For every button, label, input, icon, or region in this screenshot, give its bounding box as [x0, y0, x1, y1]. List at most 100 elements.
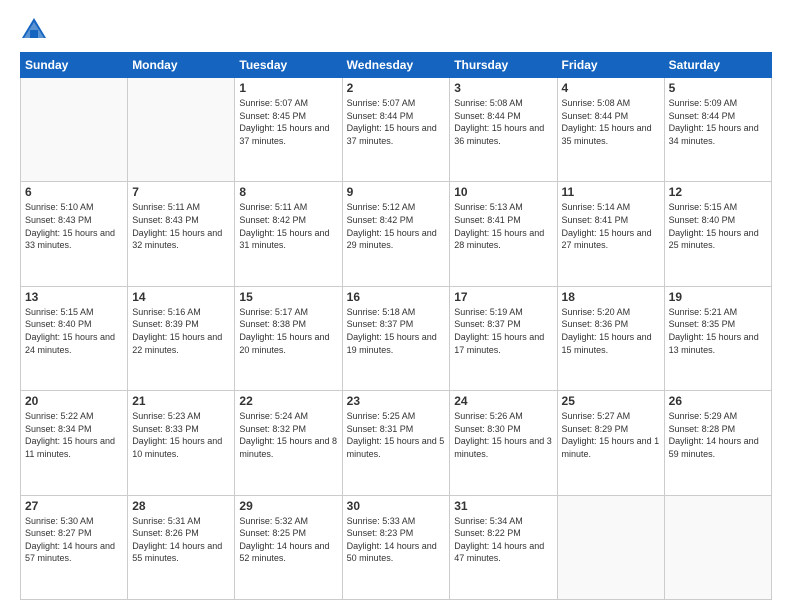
- day-info: Sunrise: 5:14 AM Sunset: 8:41 PM Dayligh…: [562, 201, 660, 251]
- day-info: Sunrise: 5:08 AM Sunset: 8:44 PM Dayligh…: [454, 97, 552, 147]
- day-cell: 19Sunrise: 5:21 AM Sunset: 8:35 PM Dayli…: [664, 286, 771, 390]
- day-cell: 24 Sunrise: 5:26 AM Sunset: 8:30 PM Dayli…: [450, 391, 557, 495]
- col-header-monday: Monday: [128, 53, 235, 78]
- day-cell: 11 Sunrise: 5:14 AM Sunset: 8:41 PM Dayli…: [557, 182, 664, 286]
- calendar: SundayMondayTuesdayWednesdayThursdayFrid…: [20, 52, 772, 600]
- day-info: Sunrise: 5:26 AM Sunset: 8:30 PM Dayligh…: [454, 410, 552, 460]
- day-info: Sunrise: 5:23 AM Sunset: 8:33 PM Dayligh…: [132, 410, 230, 460]
- day-cell: 30 Sunrise: 5:33 AM Sunset: 8:23 PM Dayli…: [342, 495, 450, 599]
- logo-icon: [20, 16, 48, 44]
- week-row-4: 20 Sunrise: 5:22 AM Sunset: 8:34 PM Dayli…: [21, 391, 772, 495]
- day-number: 8: [239, 185, 337, 199]
- day-number: 21: [132, 394, 230, 408]
- day-cell: 12 Sunrise: 5:15 AM Sunset: 8:40 PM Dayli…: [664, 182, 771, 286]
- day-number: 12: [669, 185, 767, 199]
- day-cell: 15Sunrise: 5:17 AM Sunset: 8:38 PM Dayli…: [235, 286, 342, 390]
- week-row-1: 1 Sunrise: 5:07 AM Sunset: 8:45 PM Daylig…: [21, 78, 772, 182]
- day-number: 15: [239, 290, 337, 304]
- day-cell: 27 Sunrise: 5:30 AM Sunset: 8:27 PM Dayli…: [21, 495, 128, 599]
- day-cell: 25 Sunrise: 5:27 AM Sunset: 8:29 PM Dayli…: [557, 391, 664, 495]
- day-cell: [664, 495, 771, 599]
- day-number: 29: [239, 499, 337, 513]
- day-number: 24: [454, 394, 552, 408]
- day-info: Sunrise: 5:33 AM Sunset: 8:23 PM Dayligh…: [347, 515, 446, 565]
- day-number: 22: [239, 394, 337, 408]
- day-info: Sunrise: 5:30 AM Sunset: 8:27 PM Dayligh…: [25, 515, 123, 565]
- day-cell: 10 Sunrise: 5:13 AM Sunset: 8:41 PM Dayli…: [450, 182, 557, 286]
- day-number: 16: [347, 290, 446, 304]
- day-cell: 5 Sunrise: 5:09 AM Sunset: 8:44 PM Daylig…: [664, 78, 771, 182]
- day-number: 5: [669, 81, 767, 95]
- day-cell: 8 Sunrise: 5:11 AM Sunset: 8:42 PM Daylig…: [235, 182, 342, 286]
- day-number: 20: [25, 394, 123, 408]
- day-info: Sunrise: 5:10 AM Sunset: 8:43 PM Dayligh…: [25, 201, 123, 251]
- day-number: 1: [239, 81, 337, 95]
- week-row-2: 6Sunrise: 5:10 AM Sunset: 8:43 PM Daylig…: [21, 182, 772, 286]
- day-cell: 31Sunrise: 5:34 AM Sunset: 8:22 PM Dayli…: [450, 495, 557, 599]
- day-cell: 3Sunrise: 5:08 AM Sunset: 8:44 PM Daylig…: [450, 78, 557, 182]
- day-number: 2: [347, 81, 446, 95]
- day-cell: 9 Sunrise: 5:12 AM Sunset: 8:42 PM Daylig…: [342, 182, 450, 286]
- col-header-thursday: Thursday: [450, 53, 557, 78]
- day-cell: [557, 495, 664, 599]
- col-header-sunday: Sunday: [21, 53, 128, 78]
- day-cell: [128, 78, 235, 182]
- day-cell: 14Sunrise: 5:16 AM Sunset: 8:39 PM Dayli…: [128, 286, 235, 390]
- col-header-wednesday: Wednesday: [342, 53, 450, 78]
- logo: [20, 16, 50, 44]
- day-info: Sunrise: 5:34 AM Sunset: 8:22 PM Dayligh…: [454, 515, 552, 565]
- day-cell: 28 Sunrise: 5:31 AM Sunset: 8:26 PM Dayli…: [128, 495, 235, 599]
- day-number: 26: [669, 394, 767, 408]
- day-cell: 1 Sunrise: 5:07 AM Sunset: 8:45 PM Daylig…: [235, 78, 342, 182]
- day-info: Sunrise: 5:12 AM Sunset: 8:42 PM Dayligh…: [347, 201, 446, 251]
- day-info: Sunrise: 5:07 AM Sunset: 8:45 PM Dayligh…: [239, 97, 337, 147]
- day-cell: 21 Sunrise: 5:23 AM Sunset: 8:33 PM Dayli…: [128, 391, 235, 495]
- day-cell: 26Sunrise: 5:29 AM Sunset: 8:28 PM Dayli…: [664, 391, 771, 495]
- day-number: 17: [454, 290, 552, 304]
- day-info: Sunrise: 5:11 AM Sunset: 8:43 PM Dayligh…: [132, 201, 230, 251]
- day-cell: 29 Sunrise: 5:32 AM Sunset: 8:25 PM Dayli…: [235, 495, 342, 599]
- day-info: Sunrise: 5:24 AM Sunset: 8:32 PM Dayligh…: [239, 410, 337, 460]
- week-row-3: 13Sunrise: 5:15 AM Sunset: 8:40 PM Dayli…: [21, 286, 772, 390]
- day-cell: 6Sunrise: 5:10 AM Sunset: 8:43 PM Daylig…: [21, 182, 128, 286]
- day-number: 7: [132, 185, 230, 199]
- day-number: 23: [347, 394, 446, 408]
- day-info: Sunrise: 5:31 AM Sunset: 8:26 PM Dayligh…: [132, 515, 230, 565]
- day-number: 9: [347, 185, 446, 199]
- day-number: 10: [454, 185, 552, 199]
- day-cell: 23 Sunrise: 5:25 AM Sunset: 8:31 PM Dayli…: [342, 391, 450, 495]
- day-info: Sunrise: 5:25 AM Sunset: 8:31 PM Dayligh…: [347, 410, 446, 460]
- day-number: 25: [562, 394, 660, 408]
- day-cell: 16 Sunrise: 5:18 AM Sunset: 8:37 PM Dayli…: [342, 286, 450, 390]
- col-header-tuesday: Tuesday: [235, 53, 342, 78]
- day-info: Sunrise: 5:22 AM Sunset: 8:34 PM Dayligh…: [25, 410, 123, 460]
- day-number: 30: [347, 499, 446, 513]
- day-number: 28: [132, 499, 230, 513]
- day-info: Sunrise: 5:15 AM Sunset: 8:40 PM Dayligh…: [669, 201, 767, 251]
- day-info: Sunrise: 5:32 AM Sunset: 8:25 PM Dayligh…: [239, 515, 337, 565]
- day-cell: 13Sunrise: 5:15 AM Sunset: 8:40 PM Dayli…: [21, 286, 128, 390]
- header: [20, 16, 772, 44]
- day-cell: 17 Sunrise: 5:19 AM Sunset: 8:37 PM Dayli…: [450, 286, 557, 390]
- day-number: 4: [562, 81, 660, 95]
- day-info: Sunrise: 5:18 AM Sunset: 8:37 PM Dayligh…: [347, 306, 446, 356]
- day-info: Sunrise: 5:27 AM Sunset: 8:29 PM Dayligh…: [562, 410, 660, 460]
- day-number: 18: [562, 290, 660, 304]
- week-row-5: 27 Sunrise: 5:30 AM Sunset: 8:27 PM Dayli…: [21, 495, 772, 599]
- day-number: 11: [562, 185, 660, 199]
- day-info: Sunrise: 5:11 AM Sunset: 8:42 PM Dayligh…: [239, 201, 337, 251]
- day-info: Sunrise: 5:16 AM Sunset: 8:39 PM Dayligh…: [132, 306, 230, 356]
- day-cell: [21, 78, 128, 182]
- day-cell: 4 Sunrise: 5:08 AM Sunset: 8:44 PM Daylig…: [557, 78, 664, 182]
- page: SundayMondayTuesdayWednesdayThursdayFrid…: [0, 0, 792, 612]
- day-info: Sunrise: 5:09 AM Sunset: 8:44 PM Dayligh…: [669, 97, 767, 147]
- day-info: Sunrise: 5:19 AM Sunset: 8:37 PM Dayligh…: [454, 306, 552, 356]
- day-info: Sunrise: 5:13 AM Sunset: 8:41 PM Dayligh…: [454, 201, 552, 251]
- day-info: Sunrise: 5:08 AM Sunset: 8:44 PM Dayligh…: [562, 97, 660, 147]
- calendar-header-row: SundayMondayTuesdayWednesdayThursdayFrid…: [21, 53, 772, 78]
- day-cell: 2Sunrise: 5:07 AM Sunset: 8:44 PM Daylig…: [342, 78, 450, 182]
- day-number: 27: [25, 499, 123, 513]
- day-number: 19: [669, 290, 767, 304]
- day-info: Sunrise: 5:15 AM Sunset: 8:40 PM Dayligh…: [25, 306, 123, 356]
- day-cell: 7 Sunrise: 5:11 AM Sunset: 8:43 PM Daylig…: [128, 182, 235, 286]
